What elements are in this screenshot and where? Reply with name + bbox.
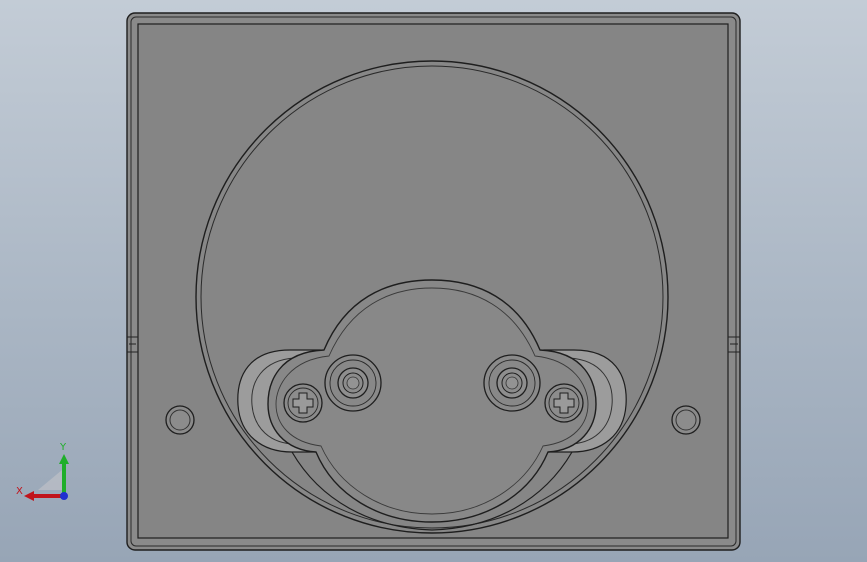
left-screw-icon [283, 383, 323, 423]
orientation-triad: Y X [10, 440, 80, 510]
triad-icon [24, 454, 69, 501]
graphics-viewport[interactable]: Y X [0, 0, 867, 562]
left-terminal-icon [324, 354, 382, 412]
left-mounting-hole-icon [165, 405, 195, 435]
right-terminal-icon [483, 354, 541, 412]
part-model[interactable] [0, 0, 867, 562]
right-mounting-hole-icon [671, 405, 701, 435]
triad-y-label: Y [60, 442, 67, 453]
right-screw-icon [544, 383, 584, 423]
triad-x-label: X [16, 486, 23, 497]
